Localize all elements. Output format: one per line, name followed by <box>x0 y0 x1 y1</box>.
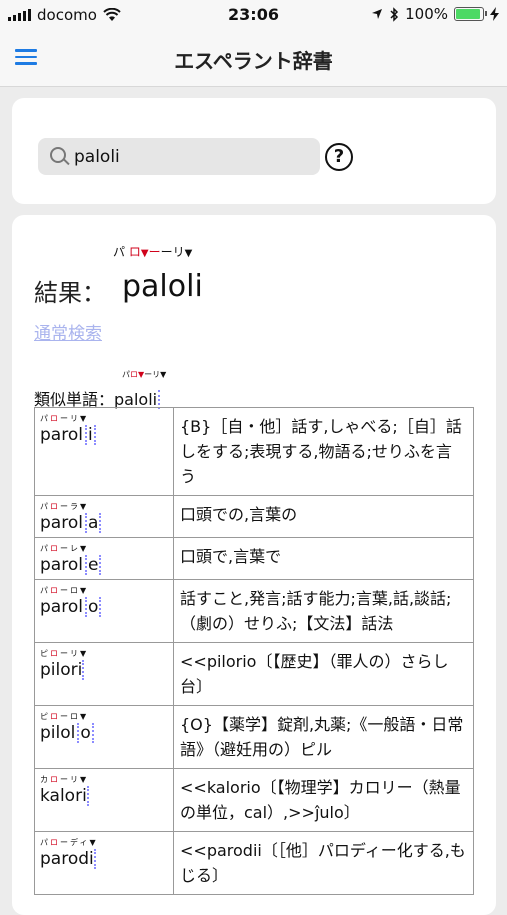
entry-word: pilol o <box>40 723 94 743</box>
nav-bar: エスペラント辞書 <box>0 32 507 87</box>
word-ruby: カローリ▼ <box>40 775 89 784</box>
entry-stem: parodi <box>40 849 96 869</box>
similar-ruby: パロ▼ーリ▼ <box>122 370 167 379</box>
entry-ending: o <box>84 597 102 617</box>
word-ruby: パローロ▼ <box>40 586 89 595</box>
entry-word: kalori <box>40 786 89 806</box>
meaning-cell: {B}［自・他］話す,しゃべる;［自］話しをする;表現する,物語る;せりふを言う <box>173 407 474 496</box>
meaning-cell: 話すこと,発言;話す能力;言葉,話,談話;（劇の）せりふ;【文法】話法 <box>173 579 474 643</box>
meaning-cell: <<kalorio〔【物理学】カロリー（熱量の単位，cal）,>>ĵulo〕 <box>173 768 474 832</box>
search-box[interactable] <box>38 138 320 175</box>
table-row[interactable]: パローレ▼ parol e 口頭で,言葉で <box>34 537 474 580</box>
battery-percent: 100% <box>405 5 448 23</box>
word-cell[interactable]: パローロ▼ parol o <box>34 579 174 643</box>
word-ruby: パローディ▼ <box>40 838 98 847</box>
page-title: エスペラント辞書 <box>174 49 333 73</box>
word-cell[interactable]: パローディ▼ parodi <box>34 831 174 895</box>
entry-stem: pilol <box>40 723 76 743</box>
meaning-cell: 口頭で,言葉で <box>173 537 474 580</box>
entry-word: parol o <box>40 597 102 617</box>
battery-fill <box>456 9 480 19</box>
table-row[interactable]: パローディ▼ parodi <<parodii〔［他］パロディー化する,もじる〕 <box>34 831 474 895</box>
table-row[interactable]: ピローロ▼ pilol o {O}【薬学】錠剤,丸薬;《一般語・日常語》（避妊用の）ピ… <box>34 705 474 769</box>
table-row[interactable]: ピローリ▼ pilori <<pilorio〔【歴史】（罪人の）さらし台〕 <box>34 642 474 706</box>
entry-ending: a <box>84 513 102 533</box>
entry-word: parol i <box>40 425 96 445</box>
entry-ending: i <box>84 425 96 445</box>
entry-stem: parol <box>40 425 83 445</box>
charging-icon <box>490 7 499 21</box>
meaning-cell: 口頭での,言葉の <box>173 495 474 538</box>
status-bar: docomo 23:06 100% <box>0 0 507 32</box>
entry-stem: parol <box>40 597 83 617</box>
table-row[interactable]: パローラ▼ parol a 口頭での,言葉の <box>34 495 474 538</box>
word-cell[interactable]: パローリ▼ parol i <box>34 407 174 496</box>
meaning-cell: <<pilorio〔【歴史】（罪人の）さらし台〕 <box>173 642 474 706</box>
word-cell[interactable]: ピローロ▼ pilol o <box>34 705 174 769</box>
entry-ending: o <box>77 723 94 743</box>
word-ruby: ピローリ▼ <box>40 649 89 658</box>
entry-word: pilori <box>40 660 85 680</box>
dictionary-table: パローリ▼ parol i {B}［自・他］話す,しゃべる;［自］話しをする;表現する… <box>34 407 474 895</box>
word-cell[interactable]: パローレ▼ parol e <box>34 537 174 580</box>
table-row[interactable]: パローリ▼ parol i {B}［自・他］話す,しゃべる;［自］話しをする;表現する… <box>34 407 474 496</box>
result-ruby: パ ロ▼ーーリ▼ <box>113 245 193 259</box>
entry-stem: parol <box>40 513 83 533</box>
entry-stem: parol <box>40 555 83 575</box>
entry-word: parodi <box>40 849 96 869</box>
table-row[interactable]: カローリ▼ kalori <<kalorio〔【物理学】カロリー（熱量の単位，cal… <box>34 768 474 832</box>
word-ruby: パローリ▼ <box>40 414 89 423</box>
word-ruby: パローレ▼ <box>40 544 89 553</box>
search-icon <box>50 147 66 163</box>
search-card: ? <box>12 98 496 204</box>
word-ruby: パローラ▼ <box>40 502 89 511</box>
meaning-cell: {O}【薬学】錠剤,丸薬;《一般語・日常語》（避妊用の）ピル <box>173 705 474 769</box>
entry-word: parol e <box>40 555 102 575</box>
word-ruby: ピローロ▼ <box>40 712 89 721</box>
word-cell[interactable]: ピローリ▼ pilori <box>34 642 174 706</box>
location-icon <box>372 9 383 19</box>
entry-stem: kalori <box>40 786 89 806</box>
bluetooth-icon <box>390 6 399 22</box>
result-word: paloli <box>122 269 203 304</box>
result-card: パ ロ▼ーーリ▼ 結果： paloli 通常検索 パロ▼ーリ▼ 類似単語：pal… <box>12 215 496 915</box>
entry-ending: e <box>84 555 102 575</box>
result-label: 結果： <box>34 279 106 307</box>
battery-icon <box>454 7 487 21</box>
meaning-cell: <<parodii〔［他］パロディー化する,もじる〕 <box>173 831 474 895</box>
normal-search-link[interactable]: 通常検索 <box>34 319 102 344</box>
word-cell[interactable]: パローラ▼ parol a <box>34 495 174 538</box>
help-icon[interactable]: ? <box>325 143 353 171</box>
table-row[interactable]: パローロ▼ parol o 話すこと,発言;話す能力;言葉,話,談話;（劇の）せりふ;… <box>34 579 474 643</box>
word-cell[interactable]: カローリ▼ kalori <box>34 768 174 832</box>
entry-word: parol a <box>40 513 102 533</box>
status-right: 100% <box>371 5 499 23</box>
entry-stem: pilori <box>40 660 85 680</box>
search-input[interactable] <box>74 142 314 171</box>
